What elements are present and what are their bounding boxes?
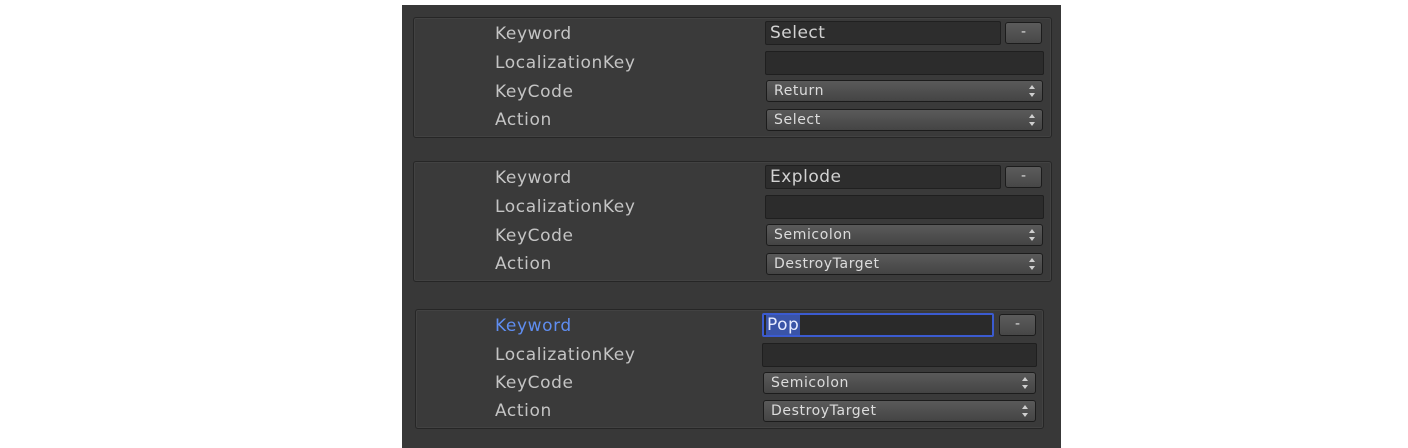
keyword-entry-2: Keyword Pop - LocalizationKey KeyCode Se… [415, 309, 1044, 429]
keyword-field[interactable]: Pop [762, 313, 994, 337]
updown-arrows-icon [1022, 405, 1028, 417]
action-dropdown[interactable]: Select [766, 109, 1043, 131]
keycode-label: KeyCode [495, 373, 574, 393]
keyword-field[interactable]: Explode [765, 165, 1001, 189]
action-dropdown[interactable]: DestroyTarget [763, 400, 1036, 422]
localization-key-field[interactable] [762, 343, 1037, 367]
remove-entry-button[interactable]: - [1005, 22, 1042, 44]
keyword-label: Keyword [495, 316, 572, 336]
keyword-label: Keyword [495, 24, 572, 44]
keycode-dropdown[interactable]: Semicolon [763, 372, 1036, 394]
action-label: Action [495, 401, 552, 421]
action-value: Select [774, 112, 821, 128]
keyword-field[interactable]: Select [765, 21, 1001, 45]
updown-arrows-icon [1029, 114, 1035, 126]
updown-arrows-icon [1029, 85, 1035, 97]
action-value: DestroyTarget [774, 256, 880, 272]
keycode-label: KeyCode [495, 226, 574, 246]
keycode-value: Return [774, 83, 825, 99]
remove-entry-button[interactable]: - [999, 314, 1036, 336]
action-dropdown[interactable]: DestroyTarget [766, 253, 1043, 275]
action-label: Action [495, 254, 552, 274]
localization-key-field[interactable] [765, 195, 1044, 219]
updown-arrows-icon [1029, 229, 1035, 241]
action-value: DestroyTarget [771, 403, 877, 419]
updown-arrows-icon [1029, 258, 1035, 270]
remove-entry-button[interactable]: - [1005, 166, 1042, 188]
keycode-label: KeyCode [495, 82, 574, 102]
inspector-panel: Keyword Select - LocalizationKey KeyCode… [402, 5, 1061, 448]
keyword-label: Keyword [495, 168, 572, 188]
keycode-dropdown[interactable]: Semicolon [766, 224, 1043, 246]
localization-key-field[interactable] [765, 51, 1044, 75]
keycode-value: Semicolon [774, 227, 853, 243]
localization-key-label: LocalizationKey [495, 197, 636, 217]
keycode-dropdown[interactable]: Return [766, 80, 1043, 102]
action-label: Action [495, 110, 552, 130]
updown-arrows-icon [1022, 377, 1028, 389]
keyword-entry-0: Keyword Select - LocalizationKey KeyCode… [413, 17, 1052, 138]
keycode-value: Semicolon [771, 375, 850, 391]
keyword-selected-text: Pop [766, 315, 801, 335]
localization-key-label: LocalizationKey [495, 53, 636, 73]
localization-key-label: LocalizationKey [495, 345, 636, 365]
keyword-entry-1: Keyword Explode - LocalizationKey KeyCod… [413, 161, 1052, 282]
